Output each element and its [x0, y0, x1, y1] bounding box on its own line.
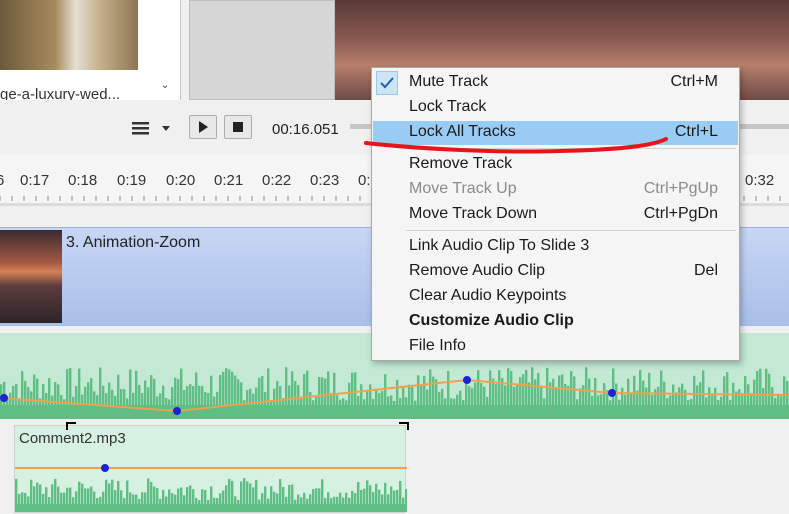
- menu-item-shortcut: Ctrl+PgUp: [643, 180, 718, 197]
- menu-separator: [406, 230, 736, 231]
- ruler-tick-label: 0:23: [310, 172, 340, 189]
- menu-item-shortcut: Ctrl+L: [674, 123, 718, 140]
- audio-keypoint[interactable]: [608, 389, 616, 397]
- menu-item-link-audio-clip[interactable]: Link Audio Clip To Slide 3: [373, 235, 738, 259]
- stop-icon: [233, 122, 243, 132]
- audio-keypoint[interactable]: [0, 394, 8, 402]
- menu-item-move-track-up[interactable]: Move Track Up Ctrl+PgUp: [373, 178, 738, 202]
- context-menu: Mute Track Ctrl+M Lock Track Lock All Tr…: [371, 67, 740, 361]
- menu-item-shortcut: Del: [693, 262, 718, 279]
- menu-item-label: Clear Audio Keypoints: [409, 287, 567, 304]
- menu-item-shortcut: Ctrl+M: [670, 73, 718, 90]
- play-icon: [199, 121, 208, 133]
- menu-item-label: Lock Track: [409, 98, 487, 115]
- ruler-tick-label: 0:17: [20, 172, 50, 189]
- menu-item-label: Mute Track: [409, 73, 489, 90]
- stop-button[interactable]: [224, 115, 252, 139]
- menu-item-lock-track[interactable]: Lock Track: [373, 96, 738, 120]
- ruler-tick-label: 0:19: [117, 172, 147, 189]
- clip-end-handle[interactable]: [399, 422, 409, 430]
- menu-item-label: Move Track Down: [409, 205, 538, 222]
- ruler-tick-label: 0:32: [745, 172, 775, 189]
- menu-item-mute-track[interactable]: Mute Track Ctrl+M: [373, 71, 738, 95]
- audio-clip-label: Comment2.mp3: [19, 430, 126, 447]
- menu-item-shortcut: Ctrl+PgDn: [643, 205, 718, 222]
- audio-keypoint[interactable]: [101, 464, 109, 472]
- menu-item-label: Link Audio Clip To Slide 3: [409, 237, 590, 254]
- red-underline-annotation: [364, 137, 668, 154]
- menu-item-customize-audio-clip[interactable]: Customize Audio Clip: [373, 310, 738, 334]
- menu-item-file-info[interactable]: File Info: [373, 335, 738, 359]
- preview-placeholder: [189, 0, 335, 100]
- play-button[interactable]: [189, 115, 217, 139]
- ruler-tick-label: 6: [0, 172, 5, 189]
- audio-keypoint[interactable]: [173, 407, 181, 415]
- video-clip-label: 3. Animation-Zoom: [66, 234, 201, 251]
- ruler-tick-label: 0:: [358, 172, 371, 189]
- menu-item-remove-audio-clip[interactable]: Remove Audio Clip Del: [373, 260, 738, 284]
- ruler-tick-label: 0:21: [214, 172, 244, 189]
- ruler-tick-label: 0:20: [166, 172, 196, 189]
- clip-start-handle[interactable]: [66, 422, 76, 430]
- audio-keypoint[interactable]: [463, 376, 471, 384]
- time-readout: 00:16.051: [272, 121, 339, 138]
- menu-item-label: Remove Audio Clip: [409, 262, 546, 279]
- video-clip-thumbnail[interactable]: [0, 230, 62, 323]
- menu-item-label: File Info: [409, 337, 466, 354]
- dropdown-arrow-icon[interactable]: [160, 121, 172, 133]
- ruler-tick-label: 0:18: [68, 172, 98, 189]
- hamburger-menu-icon[interactable]: [131, 118, 151, 138]
- ruler-tick-label: 0:22: [262, 172, 292, 189]
- menu-item-move-track-down[interactable]: Move Track Down Ctrl+PgDn: [373, 203, 738, 227]
- scroll-down-arrow-icon[interactable]: ⌄: [158, 78, 172, 96]
- menu-item-label: Move Track Up: [409, 180, 517, 197]
- slide-thumbnail[interactable]: [0, 0, 138, 70]
- menu-item-clear-audio-keypoints[interactable]: Clear Audio Keypoints: [373, 285, 738, 309]
- menu-item-label: Customize Audio Clip: [409, 312, 574, 329]
- checkmark-icon: [376, 71, 398, 95]
